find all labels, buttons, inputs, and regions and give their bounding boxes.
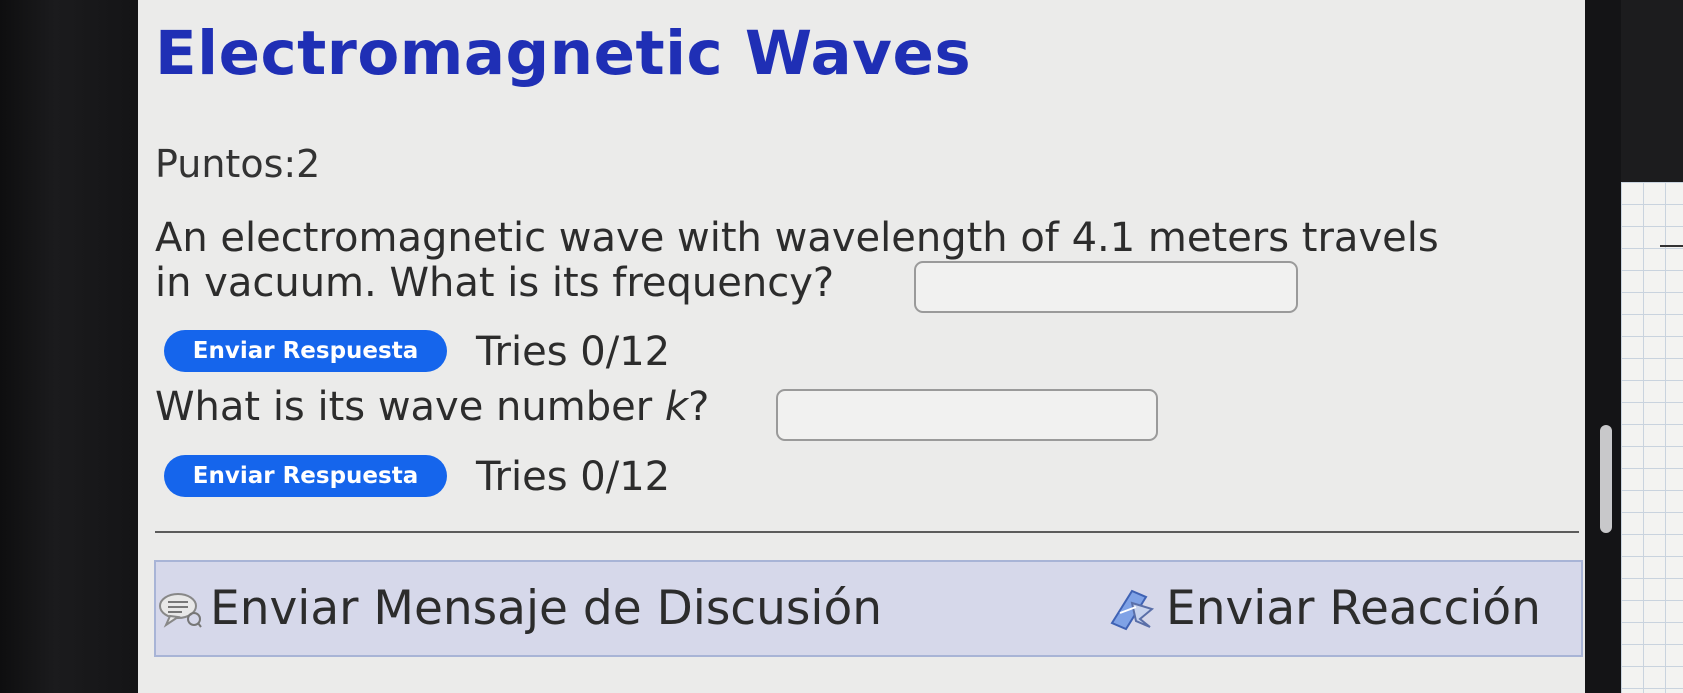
feedback-arrows-icon: [1106, 583, 1158, 635]
device-bezel-left: [0, 0, 138, 693]
action-bar: Enviar Mensaje de Discusión Enviar Reacc…: [154, 560, 1583, 657]
device-bezel-right: [1585, 0, 1621, 693]
question-1-line-2: in vacuum. What is its frequency?: [155, 260, 835, 306]
frequency-answer-input[interactable]: [914, 261, 1298, 313]
question-2: What is its wave number k?: [155, 387, 709, 427]
question-2-variable: k: [664, 384, 689, 430]
tries-counter-2: Tries 0/12: [476, 454, 671, 500]
question-1-line-1: An electromagnetic wave with wavelength …: [155, 215, 1439, 261]
points-label: Puntos:2: [155, 142, 321, 186]
paper-pen-mark: [1660, 245, 1683, 247]
send-discussion-label: Enviar Mensaje de Discusión: [210, 581, 883, 636]
question-2-prefix: What is its wave number: [155, 384, 665, 430]
send-reaction-label: Enviar Reacción: [1166, 581, 1541, 636]
submit-answer-2-button[interactable]: Enviar Respuesta: [164, 455, 447, 497]
background-grid-paper: [1621, 182, 1683, 693]
section-divider: [155, 531, 1579, 533]
tries-counter-1: Tries 0/12: [476, 329, 671, 375]
submit-answer-1-button[interactable]: Enviar Respuesta: [164, 330, 447, 372]
page-title: Electromagnetic Waves: [155, 18, 972, 89]
scrollbar-thumb[interactable]: [1600, 425, 1612, 533]
question-2-suffix: ?: [688, 384, 710, 430]
send-discussion-link[interactable]: Enviar Mensaje de Discusión: [158, 562, 882, 655]
wave-number-answer-input[interactable]: [776, 389, 1158, 441]
speech-bubble-icon: [158, 589, 202, 629]
send-reaction-link[interactable]: Enviar Reacción: [1106, 562, 1541, 655]
problem-page: Electromagnetic Waves Puntos:2 An electr…: [138, 0, 1585, 693]
